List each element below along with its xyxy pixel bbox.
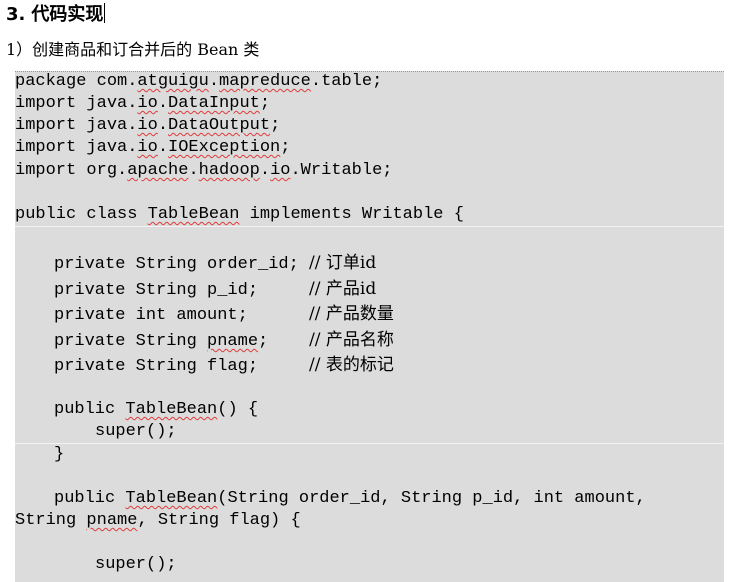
section-number: 3. bbox=[6, 4, 26, 25]
step-description: 1）创建商品和订合并后的 Bean 类 bbox=[6, 40, 260, 59]
code-line-constructor-continued: String pname, String flag) { bbox=[15, 511, 301, 530]
code-line-super-call: super(); bbox=[95, 422, 177, 441]
code-line-constructor: public TableBean() { bbox=[54, 400, 259, 419]
section-heading: 3. 代码实现 bbox=[6, 2, 106, 28]
code-line-import: import java.io.DataInput; bbox=[15, 94, 271, 113]
code-line-closing-brace: } bbox=[54, 445, 65, 464]
section-title: 代码实现 bbox=[31, 4, 104, 25]
code-line-super-call: super(); bbox=[95, 555, 177, 574]
text-cursor bbox=[104, 3, 106, 23]
code-line-constructor: public TableBean(String order_id, String… bbox=[54, 489, 646, 508]
code-line-field: private String pname; // 产品名称 bbox=[54, 330, 394, 351]
code-line-field: private int amount; // 产品数量 bbox=[54, 304, 394, 325]
page-separator bbox=[15, 443, 724, 444]
code-line-import: import java.io.DataOutput; bbox=[15, 116, 281, 135]
code-line-field: private String p_id; // 产品id bbox=[54, 279, 377, 300]
code-line-import: import java.io.IOException; bbox=[15, 138, 291, 157]
code-line-field: private String order_id; // 订单id bbox=[54, 253, 377, 274]
code-line-field: private String flag; // 表的标记 bbox=[54, 355, 394, 376]
code-line-package: package com.atguigu.mapreduce.table; bbox=[15, 72, 383, 91]
code-line-import: import org.apache.hadoop.io.Writable; bbox=[15, 161, 393, 180]
code-line-class-declaration: public class TableBean implements Writab… bbox=[15, 205, 464, 224]
page-separator bbox=[15, 226, 724, 227]
